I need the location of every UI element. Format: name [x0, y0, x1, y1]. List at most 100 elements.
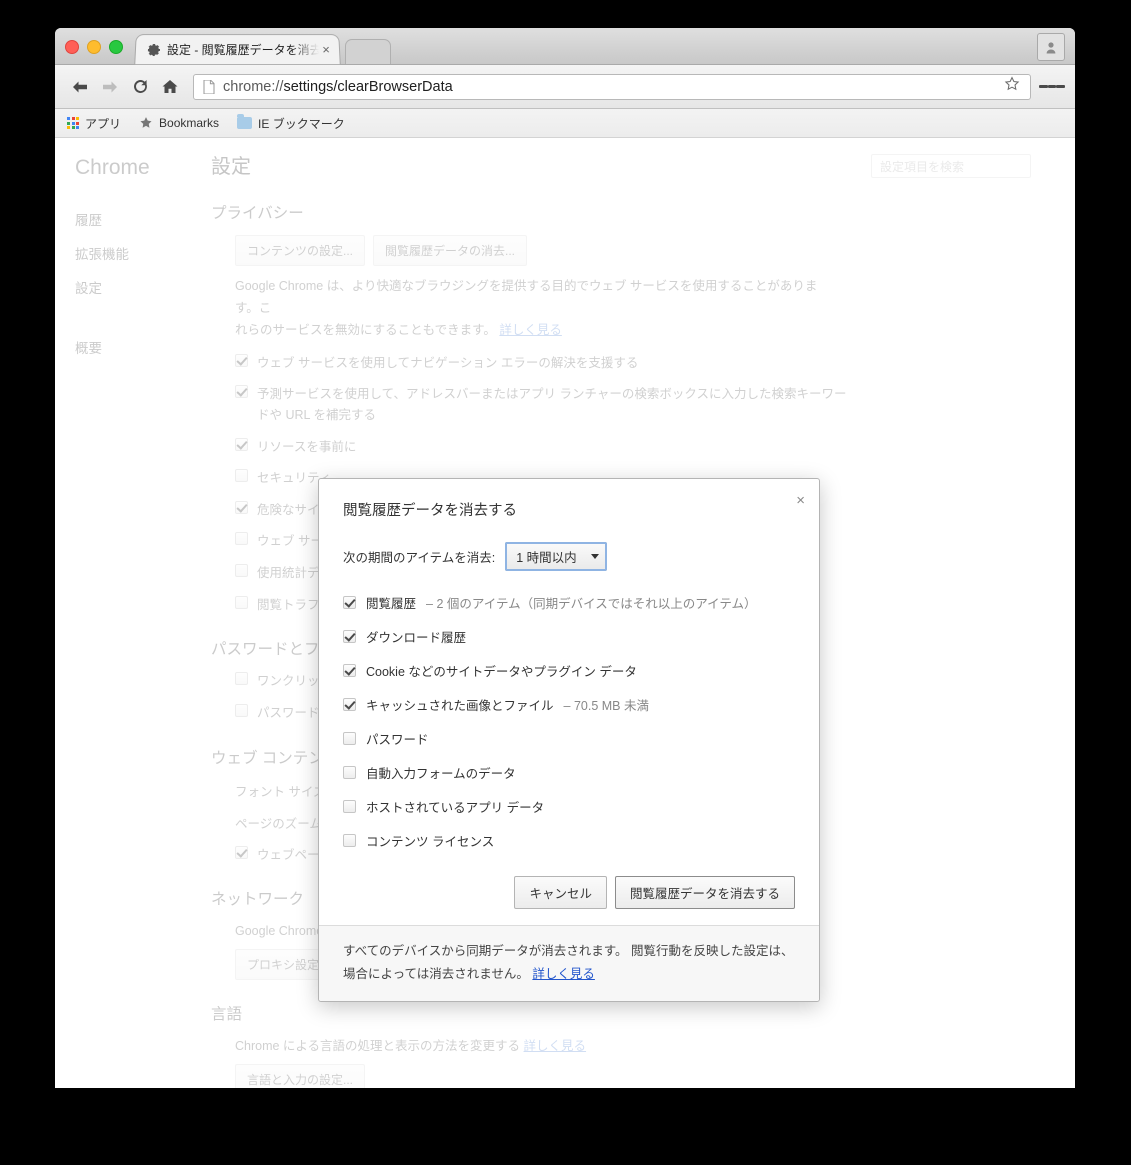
checkbox-icon[interactable] — [343, 664, 356, 677]
checkbox-icon[interactable] — [235, 564, 248, 577]
checkbox-icon[interactable] — [343, 800, 356, 813]
checkbox-icon[interactable] — [235, 353, 248, 367]
sidebar-item-settings[interactable]: 設定 — [55, 270, 211, 304]
close-window-button[interactable] — [65, 40, 79, 54]
checkbox-icon[interactable] — [235, 845, 248, 859]
option-label: キャッシュされた画像とファイル — [366, 699, 554, 713]
window-traffic-lights — [65, 40, 123, 54]
option-label: ダウンロード履歴 — [366, 631, 467, 645]
privacy-description-line2: れらのサービスを無効にすることもできます。 — [235, 322, 496, 337]
checkbox-icon[interactable] — [235, 672, 248, 686]
option-label: パスワード — [366, 733, 429, 747]
checkbox-icon[interactable] — [343, 834, 356, 847]
option-label: 自動入力フォームのデータ — [366, 767, 516, 781]
bookmark-apps[interactable]: アプリ — [67, 115, 121, 132]
sidebar-item-history[interactable]: 履歴 — [55, 202, 211, 236]
sidebar-divider — [55, 304, 211, 330]
option-label: ホストされているアプリ データ — [366, 801, 545, 815]
time-period-value: 1 時間以内 — [516, 551, 577, 565]
privacy-buttons: コンテンツの設定... 閲覧履歴データの消去... — [235, 235, 1075, 266]
content-settings-button[interactable]: コンテンツの設定... — [235, 235, 366, 266]
section-privacy-heading: プライバシー — [211, 205, 304, 222]
privacy-description-line1: Google Chrome は、より快適なブラウジングを提供する目的でウェブ サ… — [235, 279, 818, 315]
option-label: コンテンツ ライセンス — [366, 835, 495, 849]
privacy-learn-more-link[interactable]: 詳しく見る — [499, 323, 562, 337]
minimize-window-button[interactable] — [87, 40, 101, 54]
clear-data-confirm-button[interactable]: 閲覧履歴データを消去する — [614, 876, 795, 909]
browser-toolbar: chrome://settings/clearBrowserData — [55, 65, 1075, 109]
language-learn-more-link[interactable]: 詳しく見る — [524, 1039, 587, 1053]
back-arrow-icon — [73, 81, 87, 92]
time-period-row: 次の期間のアイテムを消去: 1 時間以内 — [343, 542, 795, 571]
option-cached-files[interactable]: キャッシュされた画像とファイル – 70.5 MB 未満 — [343, 695, 795, 714]
checkbox-icon[interactable] — [343, 732, 356, 745]
time-period-select[interactable]: 1 時間以内 — [505, 542, 607, 571]
privacy-checkbox-row[interactable]: リソースを事前に — [235, 437, 1075, 458]
sidebar-item-about[interactable]: 概要 — [55, 330, 211, 364]
folder-icon — [237, 114, 253, 129]
option-label: 閲覧履歴 — [366, 597, 417, 611]
checkbox-icon[interactable] — [343, 630, 356, 643]
checkbox-icon[interactable] — [235, 469, 248, 483]
forward-button[interactable] — [95, 73, 125, 101]
checkbox-icon[interactable] — [343, 698, 356, 711]
browser-window: 設定 - 閲覧履歴データを消去 × chrome://settings/clea… — [55, 28, 1075, 1088]
checkbox-icon[interactable] — [235, 500, 248, 514]
url-path: settings/clearBrowserData — [283, 78, 453, 95]
checkbox-icon[interactable] — [235, 703, 248, 717]
dialog-footer: すべてのデバイスから同期データが消去されます。 閲覧行動を反映した設定は、場合に… — [319, 925, 819, 1001]
maximize-window-button[interactable] — [109, 40, 123, 54]
option-cookies[interactable]: Cookie などのサイトデータやプラグイン データ — [343, 661, 795, 680]
option-content-licenses[interactable]: コンテンツ ライセンス — [343, 831, 795, 850]
bookmark-star-icon[interactable] — [1004, 76, 1022, 97]
dialog-title: 閲覧履歴データを消去する — [343, 503, 517, 519]
language-buttons: 言語と入力の設定... — [235, 1063, 1075, 1088]
checkbox-icon[interactable] — [343, 766, 356, 779]
address-bar[interactable]: chrome://settings/clearBrowserData — [193, 73, 1031, 100]
bookmark-label: アプリ — [85, 116, 122, 131]
dialog-footer-link[interactable]: 詳しく見る — [532, 967, 595, 981]
chrome-menu-button[interactable] — [1039, 73, 1066, 101]
star-icon — [1004, 76, 1020, 91]
new-tab-button[interactable] — [345, 39, 391, 64]
privacy-checkbox-row[interactable]: 予測サービスを使用して、アドレスバーまたはアプリ ランチャーの検索ボックスに入力… — [235, 384, 1075, 425]
page-icon — [203, 79, 215, 94]
option-autofill[interactable]: 自動入力フォームのデータ — [343, 763, 795, 782]
settings-search-input[interactable]: 設定項目を検索 — [871, 154, 1031, 178]
option-detail: – 2 個のアイテム（同期デバイスではそれ以上のアイテム） — [426, 597, 757, 611]
language-description-text: Chrome による言語の処理と表示の方法を変更する — [235, 1039, 521, 1053]
browser-tab[interactable]: 設定 - 閲覧履歴データを消去 × — [134, 34, 341, 65]
checkbox-icon[interactable] — [235, 437, 248, 451]
checkbox-icon[interactable] — [235, 532, 248, 546]
checkbox-label: リソースを事前に — [257, 439, 357, 454]
dialog-body: × 閲覧履歴データを消去する 次の期間のアイテムを消去: 1 時間以内 閲覧履歴… — [319, 479, 819, 925]
checkbox-icon[interactable] — [235, 595, 248, 609]
checkbox-label: ウェブ サー — [257, 534, 323, 549]
menu-icon — [1039, 85, 1048, 88]
language-input-settings-button[interactable]: 言語と入力の設定... — [235, 1063, 366, 1088]
option-detail: – 70.5 MB 未満 — [563, 699, 649, 713]
profile-button[interactable] — [1037, 33, 1065, 61]
sidebar-item-extensions[interactable]: 拡張機能 — [55, 236, 211, 270]
bookmark-ie-folder[interactable]: IE ブックマーク — [237, 114, 345, 132]
option-download-history[interactable]: ダウンロード履歴 — [343, 627, 795, 646]
settings-page: Chrome 履歴 拡張機能 設定 概要 設定項目を検索 設定 プライバシー コ… — [55, 138, 1075, 1088]
menu-icon — [1047, 85, 1057, 88]
privacy-checkbox-row[interactable]: ウェブ サービスを使用してナビゲーション エラーの解決を支援する — [235, 353, 1075, 374]
clear-browsing-data-button[interactable]: 閲覧履歴データの消去... — [373, 235, 528, 266]
option-hosted-app-data[interactable]: ホストされているアプリ データ — [343, 797, 795, 816]
tab-close-icon[interactable]: × — [319, 42, 334, 57]
bookmark-bookmarks[interactable]: Bookmarks — [139, 116, 219, 130]
checkbox-label: ウェブ サービスを使用してナビゲーション エラーの解決を支援する — [257, 355, 639, 370]
checkbox-icon[interactable] — [235, 385, 248, 399]
option-passwords[interactable]: パスワード — [343, 729, 795, 748]
reload-button[interactable] — [125, 73, 155, 101]
gear-icon — [147, 43, 161, 56]
home-button[interactable] — [155, 73, 185, 101]
checkbox-icon[interactable] — [343, 596, 356, 609]
close-icon[interactable]: × — [796, 493, 805, 508]
bookmarks-bar: アプリ Bookmarks IE ブックマーク — [55, 109, 1075, 138]
option-browsing-history[interactable]: 閲覧履歴 – 2 個のアイテム（同期デバイスではそれ以上のアイテム） — [343, 593, 795, 612]
cancel-button[interactable]: キャンセル — [514, 876, 607, 909]
back-button[interactable] — [65, 73, 95, 101]
